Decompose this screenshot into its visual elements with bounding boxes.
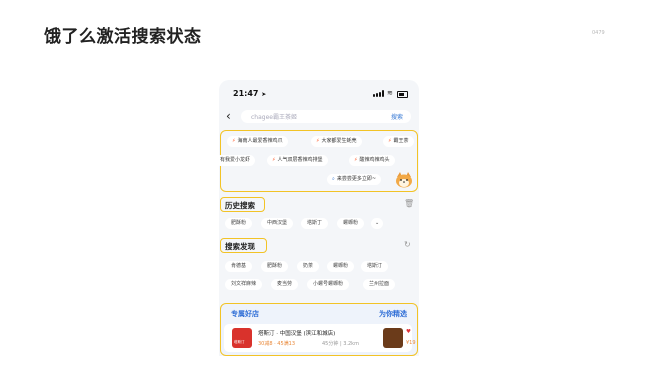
hot-search-chip[interactable]: ⚡ 大家都爱生蚝壳 bbox=[311, 136, 362, 147]
shop-meta: 45分钟 | 3.2km bbox=[322, 341, 359, 347]
hot-search-chip[interactable]: ⚡ 酸辣鸡辣鸡头 bbox=[349, 155, 395, 166]
shiba-mascot-icon bbox=[396, 172, 412, 188]
hot-search-chip[interactable]: ⚡ 海南人最爱香辣鸡爪 bbox=[227, 136, 288, 147]
shop-promo: 30减8 · 45满13 bbox=[258, 341, 296, 347]
shop-name: 塔斯汀 · 中国汉堡 (滨江和城店) bbox=[258, 331, 336, 337]
discover-tag[interactable]: 刘文祥麻辣 bbox=[225, 279, 263, 290]
fire-icon: ⚡ bbox=[232, 138, 236, 144]
history-tag[interactable]: 螺蛳粉 bbox=[337, 218, 365, 229]
page-number: 0479 bbox=[592, 30, 605, 36]
hot-search-chip[interactable]: 有我爱小龙虾 bbox=[219, 155, 256, 166]
shop-logo: 塔斯汀 bbox=[232, 328, 252, 348]
fire-icon: ⚡ bbox=[316, 138, 320, 144]
discover-tag[interactable]: 麦当劳 bbox=[271, 279, 299, 290]
shop-price: ¥19 bbox=[406, 340, 416, 346]
history-tag[interactable]: 中西汉堡 bbox=[261, 218, 294, 229]
search-button[interactable]: 搜索 bbox=[391, 112, 403, 121]
search-placeholder: chagee霸王茶姬 bbox=[251, 114, 297, 121]
history-tag[interactable]: 塔斯丁 bbox=[301, 218, 329, 229]
shop-pick-label[interactable]: 为你精选 bbox=[379, 309, 407, 319]
phone-screen: 21:47 ➤ ≋ ‹ chagee霸王茶姬 搜索 ⚡ 海南人最爱香辣鸡爪 ⚡ 大家… bbox=[219, 80, 419, 356]
hot-search-chip[interactable]: ⚡ 人气双层香辣鸡排堡 bbox=[267, 155, 328, 166]
trash-icon[interactable]: 🗑 bbox=[404, 199, 414, 208]
discover-tag[interactable]: 奶茶 bbox=[297, 261, 320, 272]
fire-icon: ⚡ bbox=[354, 157, 358, 163]
fire-icon: ⚡ bbox=[388, 138, 392, 144]
discover-tag[interactable]: 兰州拉面 bbox=[363, 279, 396, 290]
discover-title: 搜索发现 bbox=[225, 242, 255, 251]
more-hot-search-chip[interactable]: ⌕ 来尝尝更多立即~ bbox=[327, 174, 382, 185]
search-input[interactable]: chagee霸王茶姬 搜索 bbox=[241, 110, 411, 123]
history-tag[interactable]: 肥酥粉 bbox=[225, 218, 253, 229]
chevron-down-icon[interactable]: ⌄ bbox=[371, 218, 384, 229]
system-icons: ≋ bbox=[373, 89, 408, 98]
wifi-icon: ≋ bbox=[387, 89, 393, 97]
shop-thumbnail bbox=[383, 328, 403, 348]
discover-tag[interactable]: 肯德基 bbox=[225, 261, 253, 272]
fire-icon: ⚡ bbox=[272, 157, 276, 163]
search-icon: ⌕ bbox=[332, 176, 335, 182]
hot-search-chip[interactable]: ⚡ 霸王茶 bbox=[383, 136, 414, 147]
shop-section-title: 专属好店 bbox=[231, 310, 259, 318]
slide-title: 饿了么激活搜索状态 bbox=[44, 27, 202, 47]
battery-icon bbox=[397, 91, 408, 98]
signal-icon bbox=[373, 90, 385, 97]
search-bar: ‹ chagee霸王茶姬 搜索 bbox=[219, 108, 419, 126]
discover-tag[interactable]: 螺蛳粉 bbox=[327, 261, 355, 272]
discover-tag[interactable]: 塔斯汀 bbox=[361, 261, 389, 272]
status-bar: 21:47 ➤ ≋ bbox=[219, 80, 419, 106]
status-time: 21:47 ➤ bbox=[233, 89, 267, 98]
back-chevron-icon[interactable]: ‹ bbox=[226, 110, 236, 123]
shop-card[interactable]: 塔斯汀 塔斯汀 · 中国汉堡 (滨江和城店) 30减8 · 45满13 45分钟… bbox=[224, 324, 416, 352]
discover-tag[interactable]: 小螺号螺蛳粉 bbox=[307, 279, 350, 290]
history-title: 历史搜索 bbox=[225, 201, 255, 210]
discover-tag[interactable]: 肥酥粉 bbox=[261, 261, 289, 272]
heart-icon: ♥ bbox=[406, 329, 411, 335]
refresh-icon[interactable]: ↻ bbox=[404, 240, 411, 249]
location-arrow-icon: ➤ bbox=[261, 91, 267, 98]
